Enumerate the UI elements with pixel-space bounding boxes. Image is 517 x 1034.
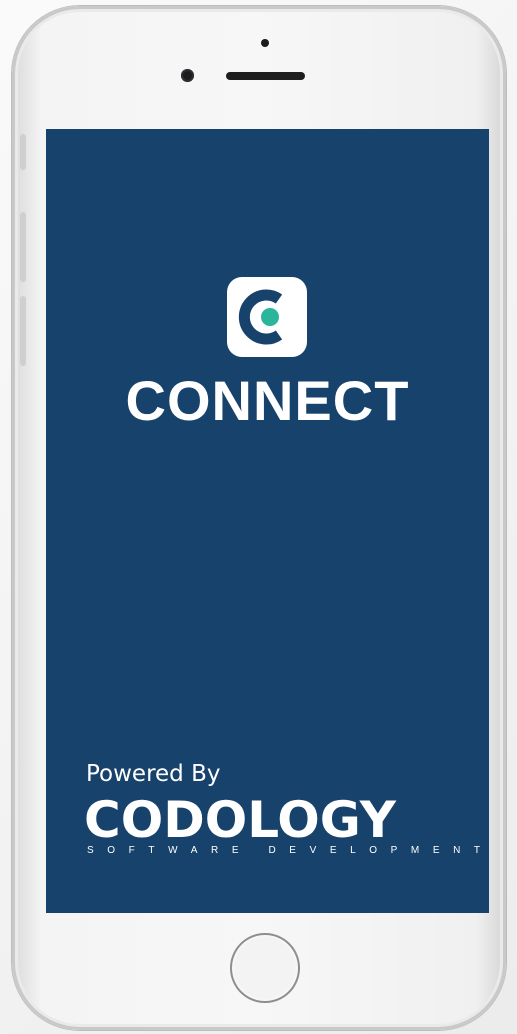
volume-up-button <box>20 212 26 282</box>
brand-name: CODOLOGY <box>84 791 396 849</box>
app-title: CONNECT <box>125 369 410 432</box>
home-button-icon[interactable] <box>230 933 300 1003</box>
brand-tagline: SOFTWARE DEVELOPMENT <box>87 845 489 856</box>
volume-down-button <box>20 296 26 366</box>
connect-logo-mark <box>238 289 283 345</box>
device-mockup: CONNECT Powered By CODOLOGY SOFTWARE DEV… <box>0 0 517 1034</box>
mute-switch <box>20 134 26 170</box>
powered-by-label: Powered By <box>86 761 221 787</box>
earpiece-speaker <box>226 72 305 80</box>
proximity-sensor <box>261 39 269 47</box>
front-camera <box>181 69 194 82</box>
splash-screen: CONNECT Powered By CODOLOGY SOFTWARE DEV… <box>46 129 489 913</box>
connect-logo-icon <box>227 277 307 357</box>
